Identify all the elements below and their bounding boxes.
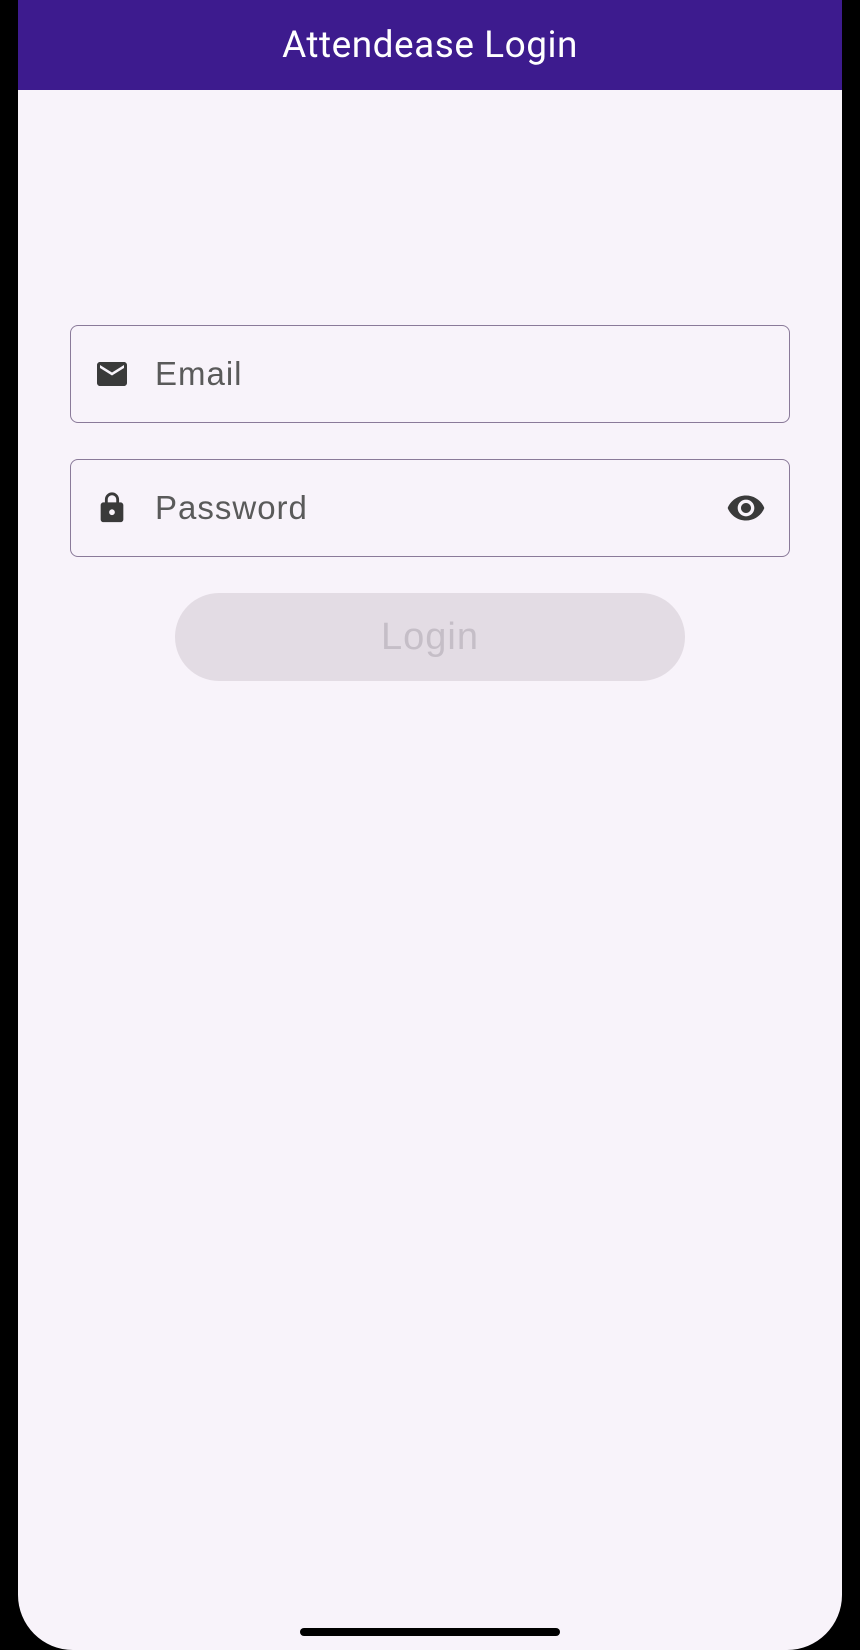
password-field-container	[70, 459, 790, 557]
app-bar: Attendease Login	[18, 0, 842, 90]
home-indicator[interactable]	[300, 1628, 560, 1636]
visibility-toggle-icon[interactable]	[725, 487, 767, 529]
login-button[interactable]: Login	[175, 593, 685, 681]
login-form: Login	[18, 90, 842, 681]
email-input[interactable]	[155, 355, 767, 393]
page-title: Attendease Login	[282, 24, 578, 67]
email-field-container	[70, 325, 790, 423]
email-icon	[93, 355, 131, 393]
app-screen: Attendease Login Login	[18, 0, 842, 1650]
lock-icon	[93, 489, 131, 527]
password-input[interactable]	[155, 489, 725, 527]
